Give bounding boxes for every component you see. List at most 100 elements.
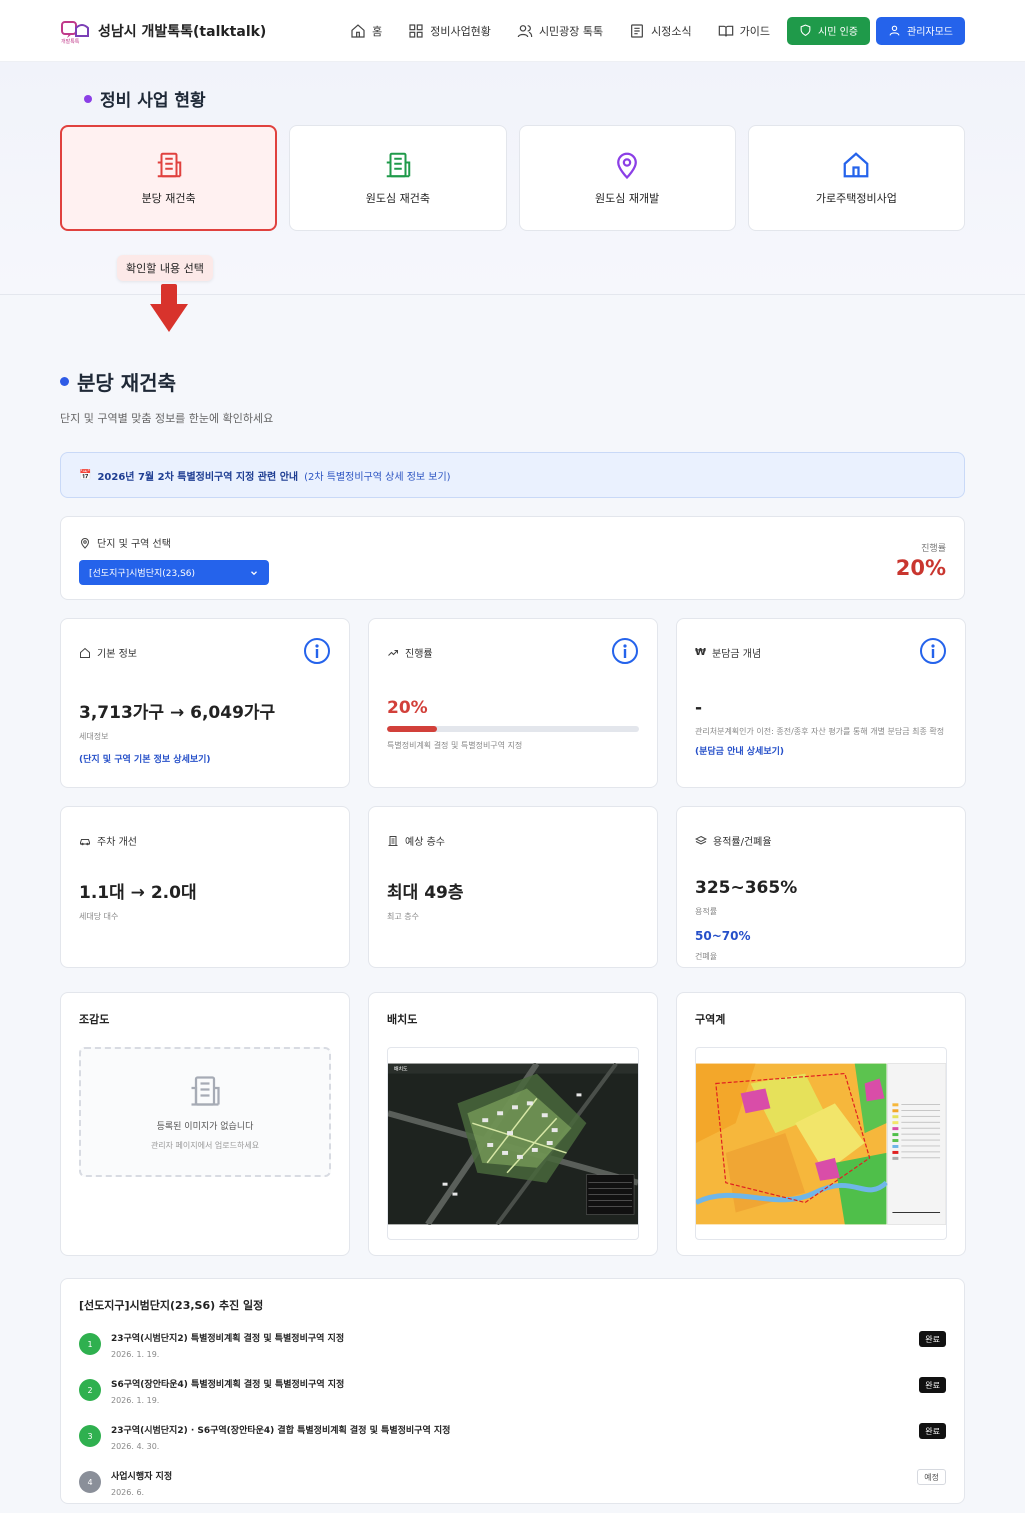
contribution-link[interactable]: (분담금 안내 상세보기): [695, 744, 947, 757]
site-plan-image: 배치도: [388, 1062, 638, 1225]
card-header: 주차 개선: [79, 833, 331, 848]
parking-card: 주차 개선 1.1대 → 2.0대 세대당 대수: [60, 806, 350, 968]
category-label: 가로주택정비사업: [815, 192, 897, 205]
card-header: ₩ 분담금 개념: [695, 645, 947, 660]
status-badge: 완료: [919, 1331, 946, 1347]
nav-projects-label: 정비사업현황: [430, 24, 491, 38]
nav-community[interactable]: 시민광장 톡톡: [504, 23, 616, 39]
progress-card: 진행률 20% 특별정비계획 결정 및 특별정비구역 지정: [368, 618, 658, 788]
citizen-auth-button[interactable]: 시민 인증: [787, 16, 870, 45]
schedule-step: 1 23구역(시범단지2) 특별정비계획 결정 및 특별정비구역 지정 2026…: [79, 1331, 946, 1359]
category-old-city-redevelop[interactable]: 원도심 재개발: [518, 125, 736, 231]
selection-hint: 확인할 내용 선택: [117, 255, 213, 281]
status-badge: 완료: [919, 1377, 946, 1393]
schedule-title: [선도지구]시범단지(23,S6) 추진 일정: [79, 1299, 264, 1312]
section-title-text: 정비 사업 현황: [100, 91, 206, 111]
notice-banner[interactable]: 📅 2026년 7월 2차 특별정비구역 지정 관련 안내 (2차 특별정비구역…: [60, 452, 965, 498]
info-row-2: 주차 개선 1.1대 → 2.0대 세대당 대수 예상 층수 최대 49층 최고…: [60, 806, 966, 968]
category-label: 분당 재건축: [141, 192, 196, 205]
zone-image[interactable]: [695, 1047, 947, 1240]
brand[interactable]: 개발톡톡 성남시 개발톡톡(talktalk): [60, 18, 266, 44]
home-icon: [351, 23, 365, 38]
notice-link: (2차 특별정비구역 상세 정보 보기): [304, 471, 451, 483]
svg-text:개발톡톡: 개발톡톡: [61, 38, 80, 44]
parking-value: 1.1대 → 2.0대: [79, 883, 197, 903]
nav-guide-label: 가이드: [739, 24, 771, 38]
step-number: 3: [79, 1425, 101, 1447]
basic-info-link[interactable]: (단지 및 구역 기본 정보 상세보기): [79, 752, 331, 765]
main-nav: 홈 정비사업현황 시민광장 톡톡 시정소식 가이드 시민 인증 관리자모드: [337, 16, 965, 45]
bcr-caption: 건폐율: [695, 952, 718, 961]
selector-label: 단지 및 구역 선택: [79, 535, 269, 550]
progress-caption: 특별정비계획 결정 및 특별정비구역 지정: [387, 741, 523, 750]
category-label: 원도심 재개발: [595, 192, 660, 205]
parking-caption: 세대당 대수: [79, 912, 119, 921]
building-icon: [157, 152, 181, 178]
nav-home[interactable]: 홈: [337, 23, 395, 39]
admin-mode-button[interactable]: 관리자모드: [876, 16, 965, 45]
step-name: S6구역(장안타운4) 특별정비계획 결정 및 특별정비구역 지정: [111, 1380, 345, 1390]
layout-image[interactable]: 배치도: [387, 1047, 639, 1240]
status-badge: 완료: [919, 1423, 946, 1439]
bcr-value: 50~70%: [695, 929, 751, 943]
contribution-caption: 관리처분계획인가 이전: 종전/종후 자산 평가를 통해 개별 분담금 최종 확…: [695, 727, 945, 736]
category-cards: 분당 재건축 원도심 재건축 원도심 재개발 가로주택정비사업: [60, 125, 965, 231]
schedule-card: [선도지구]시범단지(23,S6) 추진 일정 1 23구역(시범단지2) 특별…: [60, 1278, 965, 1504]
category-label: 원도심 재건축: [365, 192, 430, 205]
image-row: 조감도 등록된 이미지가 없습니다 관리자 페이지에서 업로드하세요 배치도 배…: [60, 992, 966, 1256]
building-icon: [386, 152, 411, 178]
step-number: 4: [79, 1471, 101, 1493]
main-content: 분당 재건축 단지 및 구역별 맞춤 정보를 한눈에 확인하세요 📅 2026년…: [0, 367, 1025, 1504]
step-name: 23구역(시범단지2) 특별정비계획 결정 및 특별정비구역 지정: [111, 1334, 345, 1344]
nav-projects[interactable]: 정비사업현황: [395, 23, 504, 39]
title-dot: [60, 377, 69, 386]
progress-value: 20%: [387, 698, 428, 718]
progress-summary-label: 진행률: [921, 544, 946, 554]
step-number: 1: [79, 1333, 101, 1355]
info-icon[interactable]: [919, 637, 947, 665]
complex-dropdown[interactable]: [선도지구]시범단지(23,S6): [79, 560, 269, 585]
complex-selector-card: 단지 및 구역 선택 [선도지구]시범단지(23,S6) 진행률 20%: [60, 516, 965, 600]
floors-card: 예상 층수 최대 49층 최고 층수: [368, 806, 658, 968]
zone-title: 구역계: [695, 1013, 726, 1026]
nav-news[interactable]: 시정소식: [616, 23, 704, 39]
category-old-city-rebuild[interactable]: 원도심 재건축: [289, 125, 507, 231]
nav-guide[interactable]: 가이드: [705, 23, 783, 39]
zone-card: 구역계: [676, 992, 966, 1256]
trending-up-icon: [388, 649, 398, 656]
section-title: 정비 사업 현황: [84, 86, 965, 111]
home-icon: [844, 152, 869, 178]
step-date: 2026. 1. 19.: [111, 1350, 160, 1359]
empty-message: 등록된 이미지가 없습니다: [156, 1122, 254, 1132]
ratio-card: 용적률/건폐율 325~365% 용적률 50~70% 건폐율: [676, 806, 966, 968]
card-header: 예상 층수: [387, 833, 639, 848]
category-bundang-rebuild[interactable]: 분당 재건축: [60, 125, 278, 231]
schedule-step: 2 S6구역(장안타운4) 특별정비계획 결정 및 특별정비구역 지정 2026…: [79, 1377, 946, 1405]
notice-title: 2026년 7월 2차 특별정비구역 지정 관련 안내: [97, 471, 299, 483]
floors-value: 최대 49층: [387, 883, 464, 903]
card-title: 용적률/건폐율: [713, 837, 772, 848]
contribution-value: -: [695, 698, 703, 718]
category-band: 정비 사업 현황 분당 재건축 원도심 재건축 원도심 재개발 가로주택정비사업…: [0, 62, 1025, 295]
layout-label: 배치도: [394, 1065, 408, 1072]
household-caption: 세대정보: [79, 732, 109, 741]
zoning-map-image: [696, 1062, 946, 1225]
card-header: 진행률: [387, 645, 639, 660]
category-street-housing[interactable]: 가로주택정비사업: [747, 125, 965, 231]
card-title: 분담금 개념: [712, 649, 762, 660]
dropdown-value: [선도지구]시범단지(23,S6): [89, 569, 196, 579]
info-icon[interactable]: [303, 637, 331, 665]
progress-summary-value: 20%: [895, 556, 946, 580]
step-date: 2026. 6.: [111, 1488, 145, 1497]
card-title: 진행률: [405, 649, 433, 660]
layout-title: 배치도: [387, 1013, 418, 1026]
building-icon: [191, 1076, 220, 1106]
page-title: 분당 재건축: [60, 367, 965, 396]
map-pin-icon: [80, 537, 90, 549]
birdseye-title: 조감도: [79, 1013, 110, 1026]
selector-label-text: 단지 및 구역 선택: [97, 539, 171, 550]
card-title: 주차 개선: [97, 837, 137, 848]
info-icon[interactable]: [611, 637, 639, 665]
won-icon: ₩: [695, 647, 707, 658]
card-header: 용적률/건폐율: [695, 833, 947, 848]
